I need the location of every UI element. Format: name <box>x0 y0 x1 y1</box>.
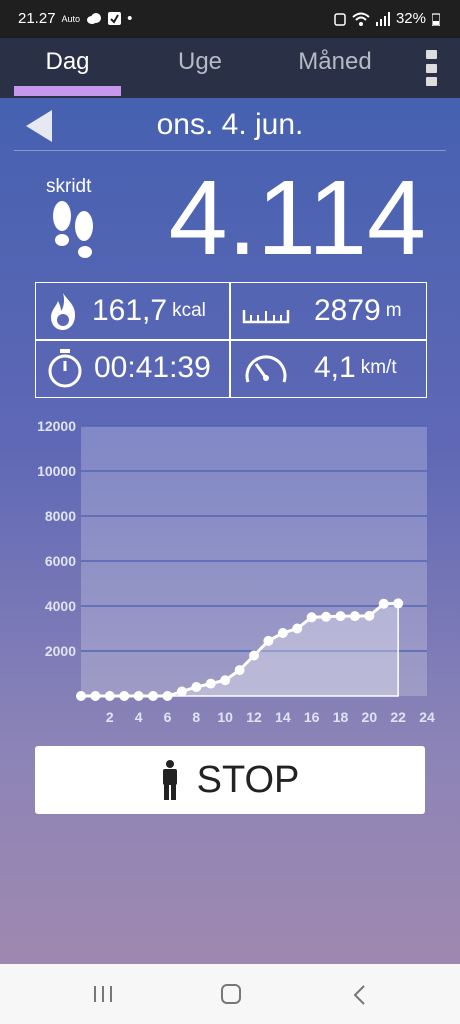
data-point <box>191 682 202 692</box>
y-tick-label: 8000 <box>45 508 76 524</box>
data-point <box>119 691 130 701</box>
data-point <box>349 611 360 622</box>
recent-apps-icon[interactable] <box>92 984 114 1004</box>
data-point <box>249 650 259 661</box>
more-menu-icon[interactable] <box>426 50 438 86</box>
x-tick-label: 2 <box>106 709 114 725</box>
x-tick-label: 12 <box>246 709 262 725</box>
x-tick-label: 16 <box>304 709 320 725</box>
duration-cell: 00:41:39 <box>46 340 211 396</box>
duration-value: 00:41:39 <box>94 351 211 384</box>
x-tick-label: 6 <box>164 709 172 725</box>
data-point <box>306 612 317 623</box>
x-tick-label: 4 <box>135 709 143 725</box>
distance-value: 2879 <box>314 294 381 327</box>
tab-day[interactable]: Dag <box>14 48 121 76</box>
tab-week[interactable]: Uge <box>150 48 250 76</box>
footprints-icon <box>53 201 93 258</box>
calories-value: 161,7 <box>92 294 168 327</box>
notification-dot: • <box>127 10 133 27</box>
data-point <box>393 598 404 609</box>
system-nav-bar <box>0 964 460 1024</box>
cloud-icon <box>87 13 102 24</box>
y-tick-label: 4000 <box>45 598 76 614</box>
home-icon[interactable] <box>220 983 242 1005</box>
data-point <box>234 665 245 676</box>
data-point <box>76 691 86 701</box>
steps-label: skridt <box>46 176 92 197</box>
speed-cell: 4,1 km/t <box>242 340 397 396</box>
y-tick-label: 12000 <box>37 418 76 434</box>
y-tick-label: 6000 <box>45 553 76 569</box>
calories-unit: kcal <box>172 300 206 321</box>
steps-count: 4.114 <box>168 159 426 277</box>
speedometer-icon <box>245 355 287 383</box>
battery-icon <box>432 12 440 26</box>
data-point <box>90 691 101 701</box>
active-tab-indicator <box>14 86 121 96</box>
x-tick-label: 10 <box>217 709 233 725</box>
steps-chart: 200040006000800010000120002 4 6 8 10 12 14 16 18… <box>37 418 435 725</box>
data-point <box>335 611 346 622</box>
data-point <box>378 598 389 609</box>
data-point <box>205 678 216 689</box>
person-icon <box>162 760 177 800</box>
x-tick-label: 18 <box>333 709 349 725</box>
auto-label: Auto <box>61 13 81 24</box>
stopwatch-icon <box>48 349 82 388</box>
distance-cell: 2879 m <box>242 283 402 339</box>
alarm-icon <box>334 12 346 26</box>
signal-icon <box>375 11 390 26</box>
data-point <box>277 628 288 638</box>
stop-button[interactable]: STOP <box>35 746 425 814</box>
x-tick-label: 8 <box>192 709 200 725</box>
data-point <box>104 691 115 701</box>
data-point <box>148 691 159 701</box>
main-content: ons. 4. jun. skridt 4.114 161,7 kcal 287… <box>0 98 460 964</box>
speed-unit: km/t <box>360 357 397 378</box>
x-tick-label: 22 <box>390 709 406 725</box>
x-tick-label: 24 <box>419 709 435 725</box>
calories-cell: 161,7 kcal <box>46 283 206 339</box>
back-icon[interactable] <box>352 984 368 1006</box>
data-point <box>292 623 303 634</box>
current-date: ons. 4. jun. <box>156 108 304 141</box>
status-time: 21.27 <box>18 10 56 27</box>
x-tick-label: 20 <box>362 709 378 725</box>
stats-grid: 161,7 kcal 2879 m 00:41:39 4,1 km/t <box>35 282 427 398</box>
check-icon <box>108 12 122 25</box>
battery-percent: 32% <box>395 10 426 27</box>
y-tick-label: 2000 <box>45 643 76 659</box>
x-tick-label: 14 <box>275 709 291 725</box>
ruler-icon <box>242 310 290 324</box>
data-point <box>321 611 332 622</box>
distance-unit: m <box>385 300 402 321</box>
data-point <box>263 635 274 646</box>
tab-bar: Dag Uge Måned <box>0 38 460 98</box>
flame-icon <box>51 293 76 330</box>
data-point <box>162 691 173 701</box>
y-tick-label: 10000 <box>37 463 76 479</box>
data-point <box>133 691 144 701</box>
stop-label: STOP <box>196 758 300 801</box>
wifi-icon <box>352 12 370 26</box>
status-bar: 21.27 Auto • 32% <box>0 0 460 38</box>
speed-value: 4,1 <box>314 351 356 384</box>
data-point <box>364 610 375 621</box>
data-point <box>176 686 187 697</box>
data-point <box>220 675 231 686</box>
tab-month[interactable]: Måned <box>280 48 390 76</box>
